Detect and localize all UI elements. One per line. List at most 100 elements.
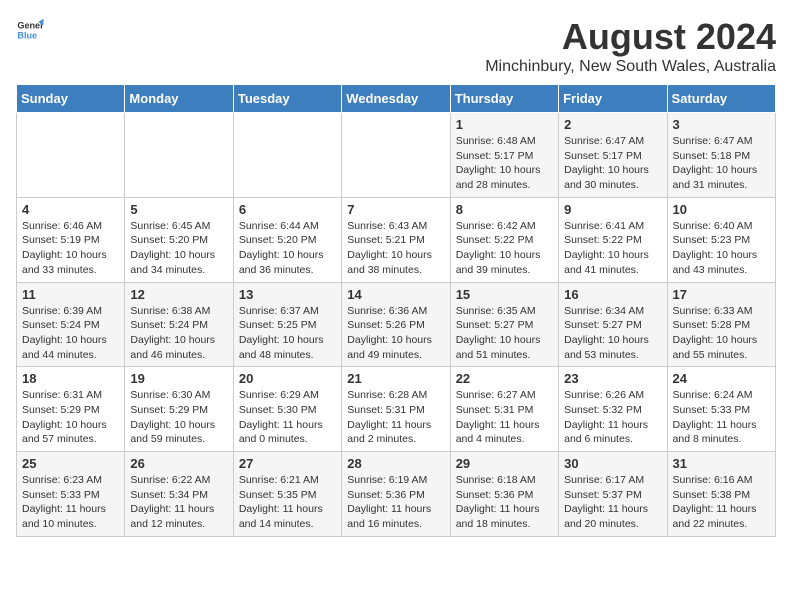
calendar: SundayMondayTuesdayWednesdayThursdayFrid… [16, 84, 776, 537]
calendar-cell: 2Sunrise: 6:47 AMSunset: 5:17 PMDaylight… [559, 113, 667, 198]
day-number: 5 [130, 202, 227, 217]
day-number: 24 [673, 371, 770, 386]
day-info: Sunrise: 6:18 AMSunset: 5:36 PMDaylight:… [456, 473, 553, 532]
day-number: 15 [456, 287, 553, 302]
weekday-header-wednesday: Wednesday [342, 85, 450, 113]
calendar-cell: 22 Sunrise: 6:27 AMSunset: 5:31 PMDayligh… [450, 367, 558, 452]
day-info: Sunrise: 6:35 AMSunset: 5:27 PMDaylight:… [456, 304, 553, 363]
day-info: Sunrise: 6:28 AMSunset: 5:31 PMDaylight:… [347, 388, 444, 447]
day-info: Sunrise: 6:31 AMSunset: 5:29 PMDaylight:… [22, 388, 119, 447]
weekday-header-monday: Monday [125, 85, 233, 113]
calendar-cell: 8Sunrise: 6:42 AMSunset: 5:22 PMDaylight… [450, 197, 558, 282]
calendar-cell [125, 113, 233, 198]
calendar-cell: 27 Sunrise: 6:21 AMSunset: 5:35 PMDayligh… [233, 452, 341, 537]
calendar-week-2: 11Sunrise: 6:39 AMSunset: 5:24 PMDayligh… [17, 282, 776, 367]
day-info: Sunrise: 6:34 AMSunset: 5:27 PMDaylight:… [564, 304, 661, 363]
calendar-cell [342, 113, 450, 198]
calendar-cell: 24Sunrise: 6:24 AMSunset: 5:33 PMDayligh… [667, 367, 775, 452]
day-number: 19 [130, 371, 227, 386]
weekday-header-friday: Friday [559, 85, 667, 113]
day-info: Sunrise: 6:36 AMSunset: 5:26 PMDaylight:… [347, 304, 444, 363]
calendar-cell [233, 113, 341, 198]
calendar-header: SundayMondayTuesdayWednesdayThursdayFrid… [17, 85, 776, 113]
weekday-header-row: SundayMondayTuesdayWednesdayThursdayFrid… [17, 85, 776, 113]
day-info: Sunrise: 6:47 AMSunset: 5:18 PMDaylight:… [673, 134, 770, 193]
weekday-header-tuesday: Tuesday [233, 85, 341, 113]
calendar-cell: 1 Sunrise: 6:48 AMSunset: 5:17 PMDaylight… [450, 113, 558, 198]
day-info: Sunrise: 6:19 AMSunset: 5:36 PMDaylight:… [347, 473, 444, 532]
day-info: Sunrise: 6:22 AMSunset: 5:34 PMDaylight:… [130, 473, 227, 532]
calendar-cell: 21Sunrise: 6:28 AMSunset: 5:31 PMDayligh… [342, 367, 450, 452]
header: General Blue August 2024 Minchinbury, Ne… [16, 16, 776, 76]
day-number: 10 [673, 202, 770, 217]
day-number: 12 [130, 287, 227, 302]
day-info: Sunrise: 6:21 AMSunset: 5:35 PMDaylight:… [239, 473, 336, 532]
day-number: 28 [347, 456, 444, 471]
logo-icon: General Blue [16, 16, 44, 44]
calendar-week-3: 18 Sunrise: 6:31 AMSunset: 5:29 PMDayligh… [17, 367, 776, 452]
day-info: Sunrise: 6:27 AMSunset: 5:31 PMDaylight:… [456, 388, 553, 447]
day-number: 6 [239, 202, 336, 217]
calendar-cell: 15 Sunrise: 6:35 AMSunset: 5:27 PMDayligh… [450, 282, 558, 367]
calendar-cell: 30Sunrise: 6:17 AMSunset: 5:37 PMDayligh… [559, 452, 667, 537]
day-number: 4 [22, 202, 119, 217]
day-info: Sunrise: 6:23 AMSunset: 5:33 PMDaylight:… [22, 473, 119, 532]
calendar-week-1: 4 Sunrise: 6:46 AMSunset: 5:19 PMDaylight… [17, 197, 776, 282]
day-info: Sunrise: 6:33 AMSunset: 5:28 PMDaylight:… [673, 304, 770, 363]
day-number: 18 [22, 371, 119, 386]
day-number: 13 [239, 287, 336, 302]
day-info: Sunrise: 6:39 AMSunset: 5:24 PMDaylight:… [22, 304, 119, 363]
calendar-cell: 9Sunrise: 6:41 AMSunset: 5:22 PMDaylight… [559, 197, 667, 282]
day-number: 1 [456, 117, 553, 132]
calendar-cell: 19 Sunrise: 6:30 AMSunset: 5:29 PMDayligh… [125, 367, 233, 452]
calendar-cell: 31 Sunrise: 6:16 AMSunset: 5:38 PMDayligh… [667, 452, 775, 537]
calendar-body: 1 Sunrise: 6:48 AMSunset: 5:17 PMDaylight… [17, 113, 776, 537]
day-number: 26 [130, 456, 227, 471]
calendar-cell: 10 Sunrise: 6:40 AMSunset: 5:23 PMDayligh… [667, 197, 775, 282]
day-info: Sunrise: 6:26 AMSunset: 5:32 PMDaylight:… [564, 388, 661, 447]
day-info: Sunrise: 6:40 AMSunset: 5:23 PMDaylight:… [673, 219, 770, 278]
day-number: 14 [347, 287, 444, 302]
day-info: Sunrise: 6:47 AMSunset: 5:17 PMDaylight:… [564, 134, 661, 193]
day-number: 25 [22, 456, 119, 471]
day-number: 22 [456, 371, 553, 386]
day-number: 30 [564, 456, 661, 471]
calendar-cell: 23 Sunrise: 6:26 AMSunset: 5:32 PMDayligh… [559, 367, 667, 452]
day-info: Sunrise: 6:43 AMSunset: 5:21 PMDaylight:… [347, 219, 444, 278]
title-area: August 2024 Minchinbury, New South Wales… [485, 16, 776, 76]
day-info: Sunrise: 6:16 AMSunset: 5:38 PMDaylight:… [673, 473, 770, 532]
day-info: Sunrise: 6:48 AMSunset: 5:17 PMDaylight:… [456, 134, 553, 193]
calendar-cell: 28 Sunrise: 6:19 AMSunset: 5:36 PMDayligh… [342, 452, 450, 537]
calendar-cell: 12 Sunrise: 6:38 AMSunset: 5:24 PMDayligh… [125, 282, 233, 367]
logo: General Blue [16, 16, 44, 44]
day-number: 27 [239, 456, 336, 471]
calendar-cell: 3 Sunrise: 6:47 AMSunset: 5:18 PMDaylight… [667, 113, 775, 198]
calendar-cell: 26 Sunrise: 6:22 AMSunset: 5:34 PMDayligh… [125, 452, 233, 537]
weekday-header-sunday: Sunday [17, 85, 125, 113]
calendar-cell: 13 Sunrise: 6:37 AMSunset: 5:25 PMDayligh… [233, 282, 341, 367]
calendar-cell: 16 Sunrise: 6:34 AMSunset: 5:27 PMDayligh… [559, 282, 667, 367]
main-title: August 2024 [485, 16, 776, 58]
calendar-cell: 14 Sunrise: 6:36 AMSunset: 5:26 PMDayligh… [342, 282, 450, 367]
weekday-header-saturday: Saturday [667, 85, 775, 113]
day-info: Sunrise: 6:37 AMSunset: 5:25 PMDaylight:… [239, 304, 336, 363]
day-info: Sunrise: 6:30 AMSunset: 5:29 PMDaylight:… [130, 388, 227, 447]
calendar-cell [17, 113, 125, 198]
weekday-header-thursday: Thursday [450, 85, 558, 113]
calendar-cell: 18 Sunrise: 6:31 AMSunset: 5:29 PMDayligh… [17, 367, 125, 452]
day-number: 16 [564, 287, 661, 302]
day-info: Sunrise: 6:46 AMSunset: 5:19 PMDaylight:… [22, 219, 119, 278]
day-number: 23 [564, 371, 661, 386]
day-number: 3 [673, 117, 770, 132]
day-info: Sunrise: 6:45 AMSunset: 5:20 PMDaylight:… [130, 219, 227, 278]
day-number: 31 [673, 456, 770, 471]
day-number: 7 [347, 202, 444, 217]
day-info: Sunrise: 6:44 AMSunset: 5:20 PMDaylight:… [239, 219, 336, 278]
calendar-cell: 25 Sunrise: 6:23 AMSunset: 5:33 PMDayligh… [17, 452, 125, 537]
day-number: 8 [456, 202, 553, 217]
calendar-cell: 20Sunrise: 6:29 AMSunset: 5:30 PMDayligh… [233, 367, 341, 452]
day-info: Sunrise: 6:38 AMSunset: 5:24 PMDaylight:… [130, 304, 227, 363]
calendar-cell: 6 Sunrise: 6:44 AMSunset: 5:20 PMDaylight… [233, 197, 341, 282]
calendar-cell: 4 Sunrise: 6:46 AMSunset: 5:19 PMDaylight… [17, 197, 125, 282]
calendar-cell: 5 Sunrise: 6:45 AMSunset: 5:20 PMDaylight… [125, 197, 233, 282]
